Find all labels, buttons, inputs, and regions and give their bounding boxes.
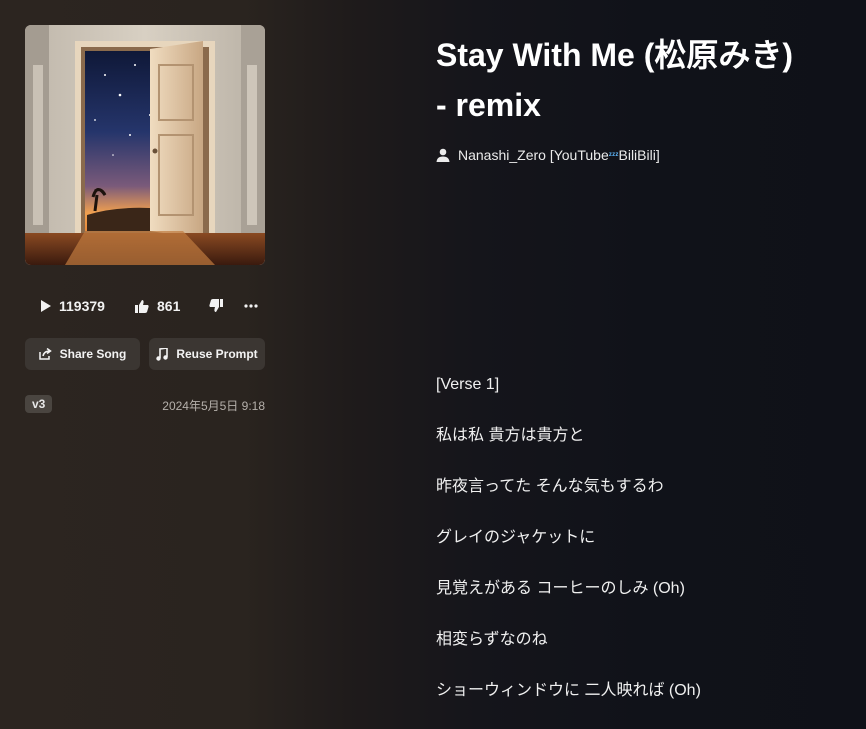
- lyric-line: [Verse 1]: [436, 375, 500, 393]
- ellipsis-icon: [244, 304, 258, 308]
- more-options-button[interactable]: [244, 292, 258, 320]
- song-title-line2: - remix: [436, 87, 541, 123]
- lyric-line: ショーウィンドウに 二人映れば (Oh): [436, 681, 701, 699]
- lyrics: [Verse 1] 私は私 貴方は貴方と 昨夜言ってた そんな気もするわ グレイ…: [436, 346, 856, 729]
- play-count-value: 119379: [59, 298, 105, 314]
- artist-name: Nanashi_Zero [YouTubeᶻᶻᶻBiliBili]: [458, 147, 660, 163]
- stats-row: 119379 861: [25, 292, 265, 320]
- sleep-emoji: ᶻᶻᶻ: [608, 150, 619, 160]
- lyric-line: 相変らずなのね: [436, 630, 548, 648]
- share-icon: [38, 348, 52, 360]
- artist-name-prefix: Nanashi_Zero [YouTube: [458, 147, 609, 163]
- thumbs-down-icon: [209, 299, 223, 312]
- lyric-line: 見覚えがある コーヒーのしみ (Oh): [436, 579, 685, 597]
- cover-art[interactable]: [25, 25, 265, 265]
- song-title: Stay With Me (松原みき) - remix: [436, 30, 856, 130]
- cover-art-image: [25, 25, 265, 265]
- artist-link[interactable]: Nanashi_Zero [YouTubeᶻᶻᶻBiliBili]: [436, 147, 660, 163]
- reuse-prompt-button[interactable]: Reuse Prompt: [149, 338, 265, 370]
- reuse-prompt-label: Reuse Prompt: [176, 347, 258, 361]
- created-date: 2024年5月5日 9:18: [162, 399, 265, 413]
- lyric-line: 私は私 貴方は貴方と: [436, 426, 585, 444]
- share-song-button[interactable]: Share Song: [25, 338, 140, 370]
- like-button[interactable]: 861: [135, 292, 180, 320]
- thumbs-up-icon: [135, 300, 149, 313]
- share-song-label: Share Song: [59, 347, 127, 361]
- play-count[interactable]: 119379: [41, 292, 105, 320]
- dislike-button[interactable]: [209, 292, 223, 320]
- song-title-line1: Stay With Me (松原みき): [436, 37, 794, 73]
- play-icon: [41, 300, 51, 312]
- lyric-line: グレイのジャケットに: [436, 528, 596, 546]
- artist-name-suffix: BiliBili]: [618, 147, 660, 163]
- user-icon: [436, 148, 450, 162]
- lyric-line: 昨夜言ってた そんな気もするわ: [436, 477, 664, 495]
- version-badge: v3: [25, 395, 53, 413]
- music-note-icon: [156, 347, 169, 361]
- like-count-value: 861: [157, 298, 181, 314]
